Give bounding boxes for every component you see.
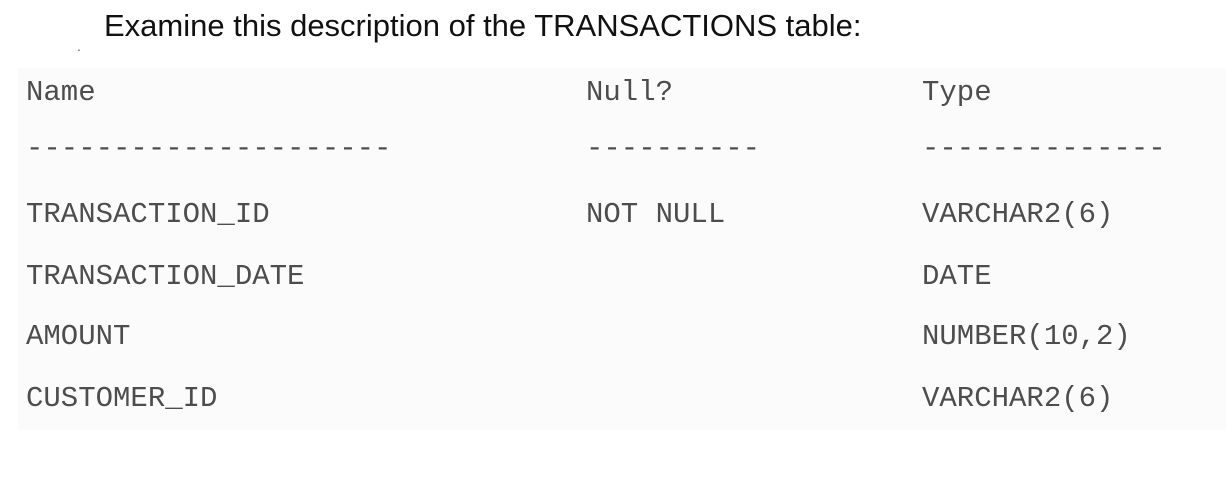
separator-type: -------------- [922, 132, 1166, 165]
row-customer-id-type: VARCHAR2(6) [922, 382, 1114, 415]
separator-name: --------------------- [26, 132, 392, 165]
row-customer-id-name: CUSTOMER_ID [26, 382, 218, 415]
row-transaction-id-name: TRANSACTION_ID [26, 198, 270, 231]
row-transaction-date-name: TRANSACTION_DATE [26, 260, 305, 293]
separator-null: ---------- [586, 132, 761, 165]
row-amount-name: AMOUNT [26, 320, 131, 353]
row-transaction-id-type: VARCHAR2(6) [922, 198, 1114, 231]
question-heading: Examine this description of the TRANSACT… [104, 8, 862, 43]
row-transaction-date-type: DATE [922, 260, 992, 293]
bullet-marker: . [77, 38, 81, 54]
column-header-type: Type [922, 76, 992, 109]
column-header-name: Name [26, 76, 96, 109]
row-amount-type: NUMBER(10,2) [922, 320, 1131, 353]
row-transaction-id-null: NOT NULL [586, 198, 726, 231]
table-description-panel: Name Null? Type --------------------- --… [18, 68, 1226, 430]
column-header-null: Null? [586, 76, 674, 109]
